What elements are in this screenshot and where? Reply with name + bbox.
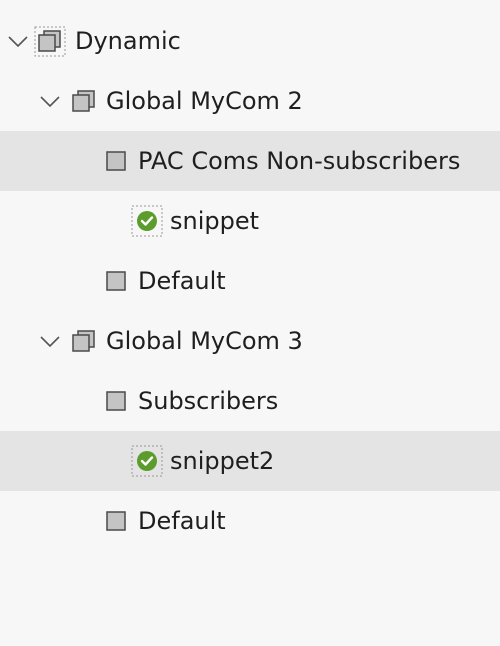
tree-node-default[interactable]: Default bbox=[0, 491, 500, 551]
chevron-down-icon[interactable] bbox=[38, 329, 62, 353]
tree-node-snippet2[interactable]: snippet2 bbox=[0, 431, 500, 491]
tree-node-default[interactable]: Default bbox=[0, 251, 500, 311]
tree-node-label: Default bbox=[138, 507, 226, 535]
group-icon bbox=[72, 330, 95, 352]
segment-icon bbox=[106, 271, 126, 291]
segment-icon bbox=[106, 511, 126, 531]
tree-node-subscribers[interactable]: Subscribers bbox=[0, 371, 500, 431]
segment-tree: Dynamic Global MyCom 2 PAC Coms Non-subs… bbox=[0, 0, 500, 646]
tree-node-label: PAC Coms Non-subscribers bbox=[138, 147, 461, 175]
check-circle-icon bbox=[131, 445, 163, 477]
group-icon bbox=[72, 90, 95, 112]
group-icon bbox=[34, 26, 66, 57]
tree-node-pac-coms-non-subscribers[interactable]: PAC Coms Non-subscribers bbox=[0, 131, 500, 191]
chevron-down-icon[interactable] bbox=[38, 89, 62, 113]
tree-node-global-mycom-3[interactable]: Global MyCom 3 bbox=[0, 311, 500, 371]
segment-icon bbox=[106, 151, 126, 171]
chevron-down-icon[interactable] bbox=[6, 29, 30, 53]
tree-node-label: Global MyCom 3 bbox=[106, 327, 303, 355]
tree-node-snippet[interactable]: snippet bbox=[0, 191, 500, 251]
tree-node-dynamic[interactable]: Dynamic bbox=[0, 11, 500, 71]
tree-node-label: snippet bbox=[170, 207, 260, 235]
tree-node-label: Subscribers bbox=[138, 387, 279, 415]
check-circle-icon bbox=[131, 205, 163, 237]
tree-node-label: Dynamic bbox=[75, 27, 181, 55]
tree-node-label: Default bbox=[138, 267, 226, 295]
segment-icon bbox=[106, 391, 126, 411]
tree-node-label: snippet2 bbox=[170, 447, 275, 475]
tree-node-global-mycom-2[interactable]: Global MyCom 2 bbox=[0, 71, 500, 131]
tree-node-label: Global MyCom 2 bbox=[106, 87, 303, 115]
